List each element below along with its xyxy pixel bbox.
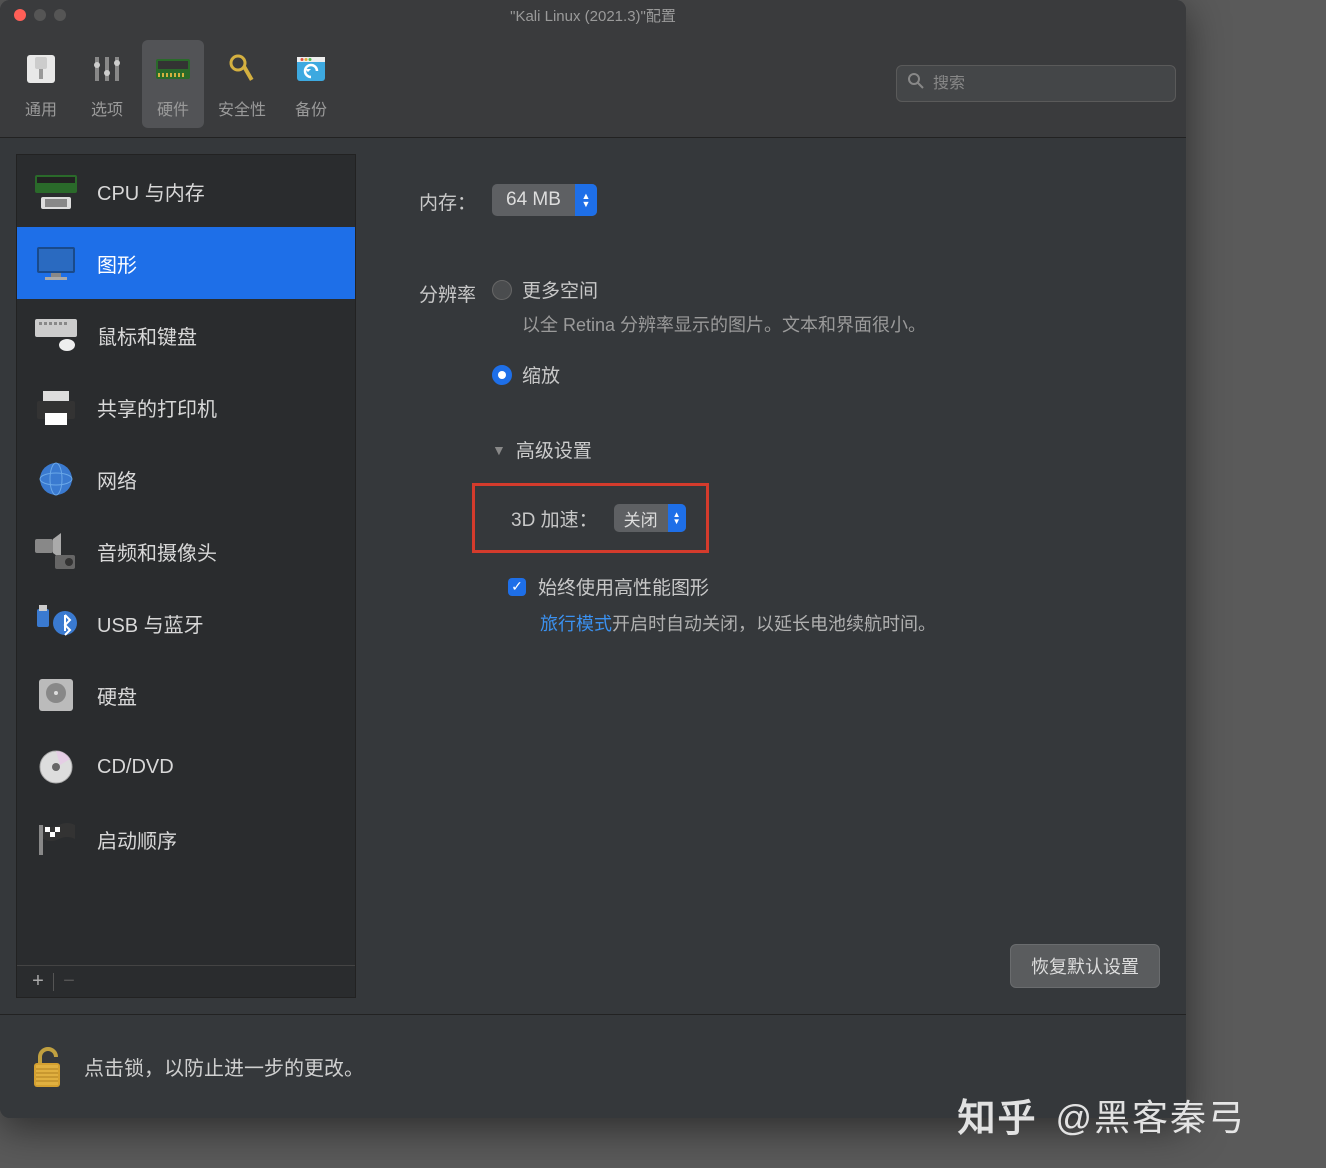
refresh-icon: [290, 48, 332, 90]
sidebar-item-label: CD/DVD: [97, 756, 174, 779]
sidebar-item-mouse-keyboard[interactable]: 鼠标和键盘: [17, 299, 355, 371]
close-button[interactable]: [14, 9, 26, 21]
radio-off-icon: [492, 280, 512, 300]
window-controls: [0, 9, 66, 21]
checkbox-label: 始终使用高性能图形: [538, 573, 709, 600]
chip-icon: [152, 48, 194, 90]
sidebar-item-label: 鼠标和键盘: [97, 321, 197, 350]
toolbar-tab-general[interactable]: 通用: [10, 40, 72, 128]
restore-defaults-button[interactable]: 恢复默认设置: [1010, 944, 1160, 988]
stepper-arrows-icon: ▲▼: [575, 184, 597, 216]
sidebar-item-hdd[interactable]: 硬盘: [17, 659, 355, 731]
advanced-title: 高级设置: [516, 436, 592, 463]
toolbar-tab-hardware[interactable]: 硬件: [142, 40, 204, 128]
window-title: "Kali Linux (2021.3)"配置: [0, 5, 1186, 26]
watermark-author: @黑客秦弓: [1055, 1089, 1246, 1141]
settings-window: "Kali Linux (2021.3)"配置 通用 选项 硬件 安全性: [0, 0, 1186, 1118]
travel-mode-link[interactable]: 旅行模式: [540, 614, 612, 634]
hardware-sidebar: CPU 与内存 图形 鼠标和键盘: [16, 154, 356, 998]
checkbox-on-icon: ✓: [508, 578, 526, 596]
audio-icon: [31, 531, 81, 571]
usb-icon: [31, 603, 81, 643]
high-perf-checkbox[interactable]: ✓ 始终使用高性能图形: [508, 573, 1150, 600]
add-device-button[interactable]: +: [27, 971, 49, 993]
graphics-panel: 内存： 64 MB ▲▼ 分辨率 更多空间 以全 Retina 分辨率显示的图片…: [372, 154, 1170, 998]
stepper-arrows-icon: ▲▼: [668, 504, 686, 532]
sidebar-item-label: 硬盘: [97, 681, 137, 710]
maximize-button[interactable]: [54, 9, 66, 21]
toolbar: 通用 选项 硬件 安全性 备份: [0, 30, 1186, 138]
resolution-scaled[interactable]: 缩放: [492, 361, 1150, 388]
sidebar-item-label: 启动顺序: [97, 825, 177, 854]
sidebar-item-audio-camera[interactable]: 音频和摄像头: [17, 515, 355, 587]
toolbar-tab-label: 硬件: [157, 96, 189, 120]
sidebar-item-printers[interactable]: 共享的打印机: [17, 371, 355, 443]
radio-label: 更多空间: [522, 276, 598, 303]
display-icon: [31, 243, 81, 283]
resolution-more-space[interactable]: 更多空间: [492, 276, 1150, 303]
toolbar-tab-label: 备份: [295, 96, 327, 120]
disc-icon: [31, 747, 81, 787]
toolbar-tab-label: 选项: [91, 96, 123, 120]
sidebar-item-graphics[interactable]: 图形: [17, 227, 355, 299]
globe-icon: [31, 459, 81, 499]
toolbar-tab-options[interactable]: 选项: [76, 40, 138, 128]
radio-on-icon: [492, 365, 512, 385]
flag-icon: [31, 819, 81, 859]
lock-text: 点击锁，以防止进一步的更改。: [84, 1052, 364, 1081]
memory-label: 内存：: [392, 184, 492, 215]
sidebar-item-label: 图形: [97, 249, 137, 278]
mouse-icon: [31, 315, 81, 355]
radio-label: 缩放: [522, 361, 560, 388]
search-field[interactable]: [896, 65, 1176, 102]
sidebar-item-network[interactable]: 网络: [17, 443, 355, 515]
accel-label: 3D 加速：: [511, 505, 598, 532]
toolbar-tab-security[interactable]: 安全性: [208, 40, 276, 128]
printer-icon: [31, 387, 81, 427]
toolbar-tab-label: 安全性: [218, 96, 266, 120]
sidebar-item-usb-bluetooth[interactable]: USB 与蓝牙: [17, 587, 355, 659]
sidebar-item-label: 音频和摄像头: [97, 537, 217, 566]
sidebar-item-cpu-memory[interactable]: CPU 与内存: [17, 155, 355, 227]
content-area: CPU 与内存 图形 鼠标和键盘: [0, 138, 1186, 1014]
resolution-label: 分辨率: [392, 276, 492, 307]
accel-value: 关闭: [614, 506, 668, 531]
sidebar-item-cd-dvd[interactable]: CD/DVD: [17, 731, 355, 803]
sidebar-item-label: CPU 与内存: [97, 177, 205, 206]
sidebar-item-label: 共享的打印机: [97, 393, 217, 422]
watermark-logo: 知乎: [957, 1087, 1037, 1142]
search-icon: [907, 72, 925, 95]
sidebar-item-label: USB 与蓝牙: [97, 609, 204, 638]
toolbar-tab-backup[interactable]: 备份: [280, 40, 342, 128]
advanced-disclosure[interactable]: ▼ 高级设置: [492, 436, 1150, 463]
sidebar-item-boot-order[interactable]: 启动顺序: [17, 803, 355, 875]
triangle-down-icon: ▼: [492, 442, 506, 458]
accel-select[interactable]: 关闭 ▲▼: [614, 504, 686, 532]
titlebar: "Kali Linux (2021.3)"配置: [0, 0, 1186, 30]
hdd-icon: [31, 675, 81, 715]
switch-icon: [20, 48, 62, 90]
memory-select[interactable]: 64 MB ▲▼: [492, 184, 597, 216]
toolbar-tab-label: 通用: [25, 96, 57, 120]
unlocked-icon[interactable]: [28, 1043, 66, 1091]
sidebar-item-label: 网络: [97, 465, 137, 494]
key-icon: [221, 48, 263, 90]
divider: [53, 973, 54, 991]
highlight-annotation: 3D 加速： 关闭 ▲▼: [472, 483, 709, 553]
sliders-icon: [86, 48, 128, 90]
remove-device-button: −: [58, 971, 80, 993]
cpu-icon: [31, 171, 81, 211]
memory-value: 64 MB: [492, 189, 575, 211]
search-input[interactable]: [933, 75, 1165, 93]
sidebar-footer: + −: [17, 965, 355, 997]
resolution-hint: 以全 Retina 分辨率显示的图片。文本和界面很小。: [522, 311, 1150, 337]
watermark: 知乎 @黑客秦弓: [957, 1087, 1246, 1142]
minimize-button[interactable]: [34, 9, 46, 21]
high-perf-note: 旅行模式开启时自动关闭，以延长电池续航时间。: [540, 610, 1150, 636]
